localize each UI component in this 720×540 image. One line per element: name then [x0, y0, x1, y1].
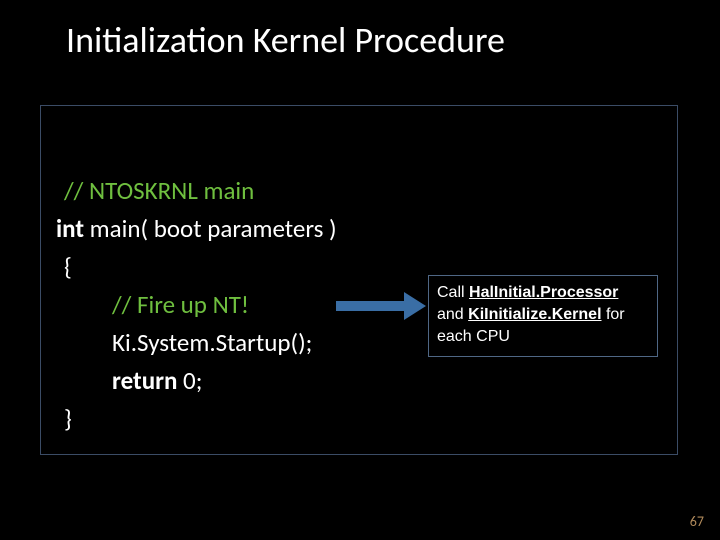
page-number: 67 [690, 513, 704, 530]
note-box: Call HalInitial.Processor and KiInitiali… [428, 275, 658, 357]
keyword-return: return [112, 365, 177, 396]
code-line-comment-2: // Fire up NT! [64, 286, 337, 324]
note-pre1: Call [437, 284, 469, 301]
code-line-return: return 0; [64, 362, 337, 400]
code-line-comment-1: // NTOSKRNL main [64, 172, 337, 210]
note-mid: and [437, 306, 468, 323]
arrow-shaft [336, 301, 406, 311]
slide-title: Initialization Kernel Procedure [66, 18, 505, 62]
code-block: // NTOSKRNL main int main( boot paramete… [64, 172, 337, 438]
note-underline-2: KiInitialize.Kernel [468, 306, 601, 323]
slide: Initialization Kernel Procedure // NTOSK… [0, 0, 720, 540]
arrow-icon [336, 292, 428, 320]
code-line-brace-close: } [64, 400, 337, 438]
note-underline-1: HalInitial.Processor [469, 284, 618, 301]
keyword-int: int [56, 213, 84, 244]
code-line-brace-open: { [64, 248, 337, 286]
return-value: 0; [177, 365, 202, 396]
code-line-signature: int main( boot parameters ) [56, 210, 337, 248]
arrow-head [404, 292, 426, 320]
signature-rest: main( boot parameters ) [84, 213, 337, 244]
code-line-call: Ki.System.Startup(); [64, 324, 337, 362]
comment-text: // NTOSKRNL main [64, 175, 254, 206]
